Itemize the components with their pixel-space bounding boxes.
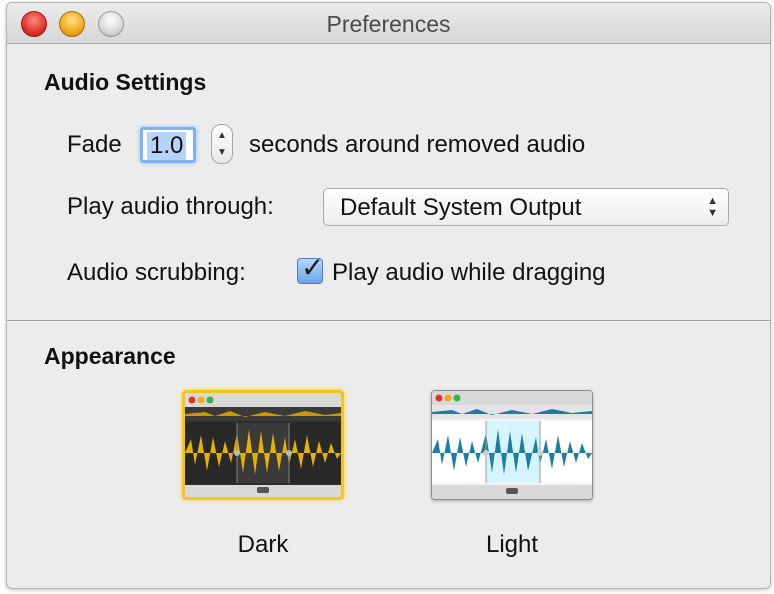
checkmark-icon: ✓ <box>301 252 325 283</box>
fade-value: 1.0 <box>147 132 187 160</box>
updown-chevron-icon: ▲ ▼ <box>707 195 718 219</box>
scrubbing-label: Audio scrubbing: <box>67 259 246 286</box>
stepper-down-icon[interactable]: ▼ <box>212 147 232 158</box>
stepper-up-icon[interactable]: ▲ <box>212 130 232 141</box>
output-device-value: Default System Output <box>340 194 582 221</box>
theme-dark-label[interactable]: Dark <box>183 531 343 559</box>
dark-theme-preview <box>185 393 341 497</box>
title-bar[interactable]: Preferences <box>7 3 770 44</box>
play-through-label: Play audio through: <box>67 193 274 220</box>
scrubbing-checkbox[interactable]: ✓ <box>297 252 324 284</box>
window-title: Preferences <box>326 11 451 37</box>
fade-stepper[interactable]: ▲ ▼ <box>211 124 233 164</box>
scrubbing-checkbox-label[interactable]: Play audio while dragging <box>332 259 606 287</box>
preferences-window: Preferences Audio Settings Fade 1.0 ▲ ▼ … <box>6 2 771 589</box>
fade-label: Fade <box>67 131 122 158</box>
audio-settings-heading: Audio Settings <box>44 69 207 95</box>
theme-dark-thumbnail[interactable] <box>182 390 344 500</box>
output-device-select[interactable]: Default System Output ▲ ▼ <box>323 188 729 226</box>
theme-light-thumbnail[interactable] <box>431 390 593 500</box>
appearance-heading: Appearance <box>44 343 176 369</box>
light-theme-preview <box>432 391 592 499</box>
fade-input[interactable]: 1.0 <box>140 127 196 163</box>
theme-light-label[interactable]: Light <box>432 531 592 559</box>
fade-suffix: seconds around removed audio <box>249 131 586 158</box>
